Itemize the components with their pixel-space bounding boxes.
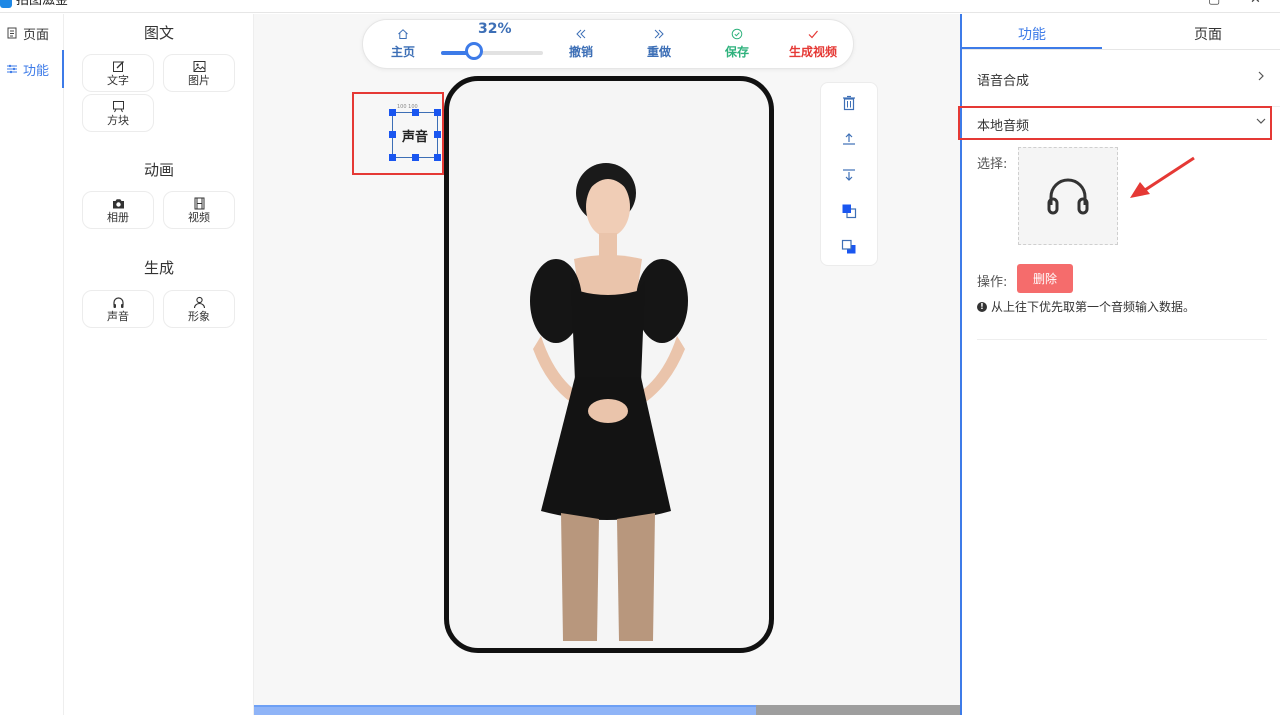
resize-handle[interactable] <box>389 154 396 161</box>
digital-avatar-image <box>530 163 688 641</box>
generate-video-label: 生成视频 <box>789 45 838 59</box>
nav-item-label: 功能 <box>23 63 50 79</box>
headphones-icon <box>1047 178 1089 215</box>
zoom-level: 32% <box>478 21 512 37</box>
section-title-animation: 动画 <box>143 161 174 179</box>
resize-handle[interactable] <box>412 154 419 161</box>
window-title: 拍图滋金 <box>16 0 69 8</box>
arrow-annotation <box>1130 156 1195 198</box>
person-icon <box>193 296 205 308</box>
phone-canvas[interactable] <box>444 76 774 653</box>
info-icon: ! <box>977 301 987 312</box>
send-down-icon[interactable] <box>841 167 857 183</box>
tool-avatar-button[interactable]: 形象 <box>163 290 235 328</box>
maximize-icon[interactable]: ▢ <box>1208 0 1220 6</box>
tool-label: 方块 <box>107 113 129 127</box>
bring-front-icon[interactable] <box>841 203 857 219</box>
tool-label: 相册 <box>107 210 129 224</box>
redo-icon <box>654 29 664 39</box>
tool-label: 形象 <box>188 309 210 323</box>
tab-page[interactable]: 页面 <box>1138 24 1278 44</box>
close-icon[interactable]: ✕ <box>1250 0 1262 6</box>
zoom-slider[interactable] <box>441 51 543 55</box>
chevron-down-icon <box>1256 118 1266 124</box>
undo-icon <box>576 29 586 39</box>
nav-item-function[interactable]: 功能 <box>0 57 64 81</box>
tool-sound-button[interactable]: 声音 <box>82 290 154 328</box>
tool-label: 视频 <box>188 210 210 224</box>
delete-button[interactable]: 删除 <box>1017 264 1073 293</box>
element-palette: 图文 文字 图片 方块 动画 相册 视频 生成 声音 形象 <box>64 14 254 715</box>
home-button[interactable]: 主页 <box>391 28 415 66</box>
scrollbar-thumb[interactable] <box>254 705 756 715</box>
hint-label: 从上往下优先取第一个音频输入数据。 <box>991 300 1196 314</box>
chevron-right-icon <box>1258 71 1264 81</box>
resize-handle[interactable] <box>389 131 396 138</box>
resize-handle[interactable] <box>434 109 441 116</box>
sound-element[interactable]: 100 100 声音 <box>392 104 438 158</box>
canvas-area: 主页 32% 撤销 重做 保存 生成视频 100 100 声音 <box>254 14 960 715</box>
app-logo-icon <box>0 0 12 8</box>
home-label: 主页 <box>391 45 416 59</box>
local-audio-section-header[interactable]: 本地音频 <box>977 115 1267 134</box>
check-icon <box>808 30 818 39</box>
horizontal-scrollbar[interactable] <box>254 705 960 715</box>
tool-video-button[interactable]: 视频 <box>163 191 235 229</box>
edit-icon <box>112 60 124 72</box>
nav-item-label: 页面 <box>23 27 50 43</box>
undo-button[interactable]: 撤销 <box>569 28 593 66</box>
tts-label: 语音合成 <box>977 74 1030 89</box>
tool-album-button[interactable]: 相册 <box>82 191 154 229</box>
local-audio-label: 本地音频 <box>977 119 1030 134</box>
sliders-icon <box>7 64 17 74</box>
tool-label: 图片 <box>188 73 210 87</box>
save-label: 保存 <box>725 45 750 59</box>
check-circle-icon <box>731 28 743 40</box>
properties-panel: 功能 页面 语音合成 本地音频 选择: 操作: 删除 ! 从上往下优先取第一个音… <box>958 14 1280 715</box>
board-icon <box>112 100 124 112</box>
home-icon <box>398 29 408 39</box>
tool-text-button[interactable]: 文字 <box>82 54 154 92</box>
redo-label: 重做 <box>647 45 672 59</box>
bring-up-icon[interactable] <box>841 131 857 147</box>
section-title-generate: 生成 <box>143 259 174 277</box>
image-icon <box>193 60 205 72</box>
redo-button[interactable]: 重做 <box>647 28 671 66</box>
left-nav: 页面 功能 <box>0 14 64 715</box>
zoom-slider-handle[interactable] <box>464 42 483 60</box>
sound-element-label: 声音 <box>401 129 428 145</box>
undo-label: 撤销 <box>569 45 594 59</box>
resize-handle[interactable] <box>412 109 419 116</box>
tool-label: 声音 <box>107 309 129 323</box>
top-toolbar: 主页 32% 撤销 重做 保存 生成视频 <box>362 19 854 69</box>
tool-label: 文字 <box>107 73 129 87</box>
save-button[interactable]: 保存 <box>725 28 749 66</box>
audio-picker[interactable] <box>1018 147 1118 245</box>
title-bar: 拍图滋金 ▢ ✕ <box>0 0 1280 13</box>
resize-handle[interactable] <box>434 131 441 138</box>
generate-video-button[interactable]: 生成视频 <box>789 28 837 66</box>
camera-icon <box>112 198 124 208</box>
page-icon <box>7 27 17 39</box>
layer-tools <box>820 82 878 266</box>
divider <box>977 339 1267 340</box>
trash-icon[interactable] <box>841 95 857 111</box>
hint-text: ! 从上往下优先取第一个音频输入数据。 <box>977 298 1195 315</box>
resize-handle[interactable] <box>434 154 441 161</box>
tool-block-button[interactable]: 方块 <box>82 94 154 132</box>
film-icon <box>194 197 204 209</box>
tts-section-header[interactable]: 语音合成 <box>977 70 1267 89</box>
section-title-graphics: 图文 <box>143 24 174 42</box>
headphones-icon <box>112 296 124 308</box>
tool-image-button[interactable]: 图片 <box>163 54 235 92</box>
tab-divider <box>962 49 1280 50</box>
nav-item-page[interactable]: 页面 <box>0 21 64 45</box>
choose-label: 选择: <box>977 157 1008 172</box>
operation-label: 操作: <box>977 275 1008 290</box>
send-back-icon[interactable] <box>841 239 857 255</box>
resize-handle[interactable] <box>389 109 396 116</box>
tab-function[interactable]: 功能 <box>962 24 1102 44</box>
